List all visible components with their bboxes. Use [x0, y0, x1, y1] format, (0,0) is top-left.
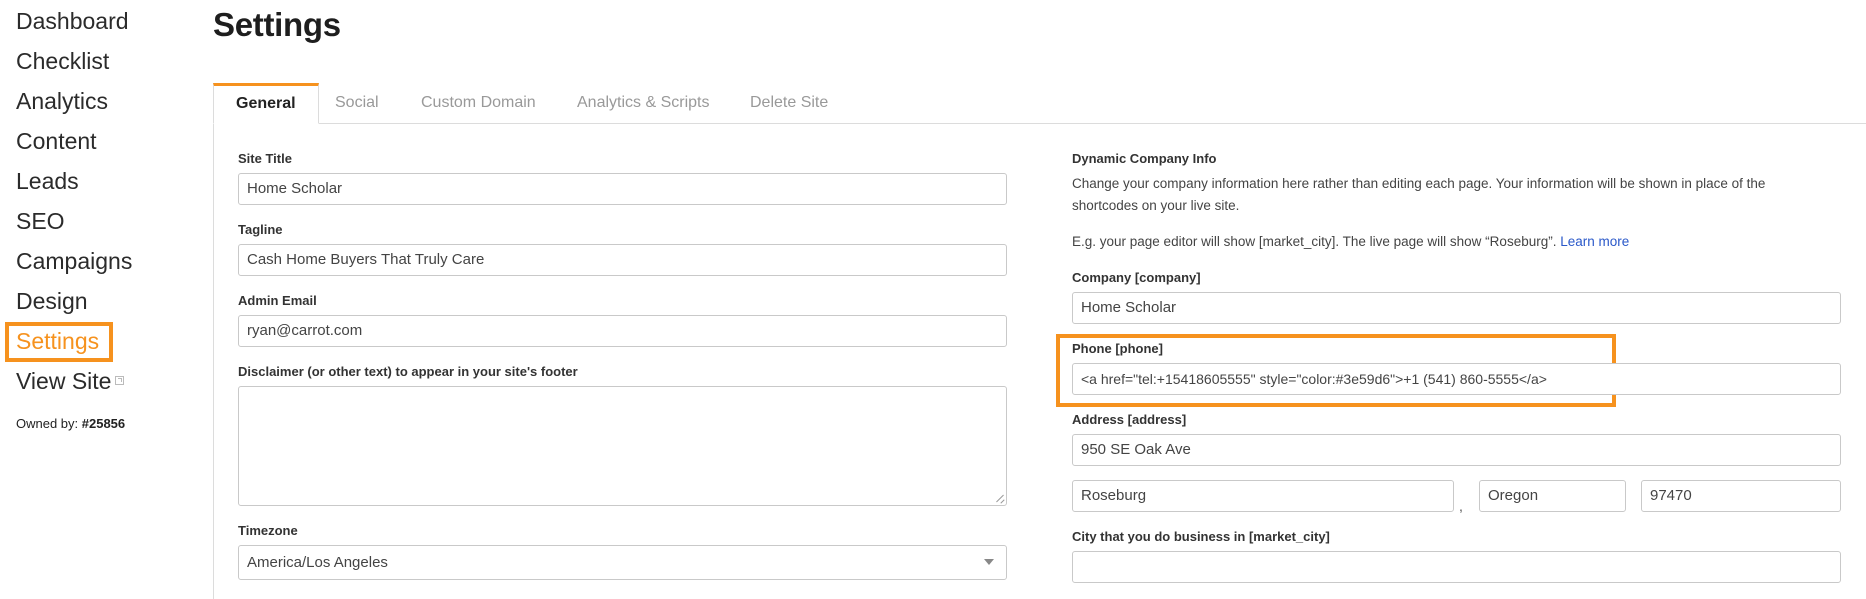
- site-title-input[interactable]: Home Scholar: [238, 173, 1007, 205]
- address-separator: ,: [1459, 498, 1463, 514]
- admin-email-input[interactable]: ryan@carrot.com: [238, 315, 1007, 347]
- panel-border: [213, 123, 214, 599]
- disclaimer-label: Disclaimer (or other text) to appear in …: [238, 364, 578, 379]
- sidebar-item-settings[interactable]: Settings: [16, 326, 99, 356]
- market-city-input[interactable]: [1072, 551, 1841, 583]
- dynamic-info-heading: Dynamic Company Info: [1072, 151, 1217, 166]
- page-title: Settings: [213, 6, 341, 43]
- example-text-body: E.g. your page editor will show [market_…: [1072, 234, 1557, 249]
- tagline-input[interactable]: Cash Home Buyers That Truly Care: [238, 244, 1007, 276]
- sidebar-item-dashboard[interactable]: Dashboard: [16, 6, 129, 36]
- external-link-icon: [115, 376, 125, 386]
- address-label: Address [address]: [1072, 412, 1187, 427]
- sidebar-item-view-site[interactable]: View Site: [16, 366, 125, 396]
- tagline-label: Tagline: [238, 222, 283, 237]
- timezone-label: Timezone: [238, 523, 298, 538]
- tab-general[interactable]: General: [213, 83, 319, 124]
- sidebar-item-seo[interactable]: SEO: [16, 206, 65, 236]
- disclaimer-textarea[interactable]: [238, 386, 1007, 506]
- dynamic-info-description: Change your company information here rat…: [1072, 176, 1766, 213]
- market-city-label: City that you do business in [market_cit…: [1072, 529, 1330, 544]
- sidebar-item-design[interactable]: Design: [16, 286, 88, 316]
- sidebar-item-analytics[interactable]: Analytics: [16, 86, 108, 116]
- sidebar-item-checklist[interactable]: Checklist: [16, 46, 109, 76]
- site-title-label: Site Title: [238, 151, 292, 166]
- company-input[interactable]: Home Scholar: [1072, 292, 1841, 324]
- company-label: Company [company]: [1072, 270, 1201, 285]
- sidebar-item-label: View Site: [16, 368, 112, 394]
- phone-label: Phone [phone]: [1072, 341, 1163, 356]
- sidebar-item-campaigns[interactable]: Campaigns: [16, 246, 132, 276]
- timezone-value: America/Los Angeles: [247, 554, 388, 571]
- sidebar-item-leads[interactable]: Leads: [16, 166, 79, 196]
- phone-input[interactable]: <a href="tel:+15418605555" style="color:…: [1072, 363, 1841, 395]
- chevron-down-icon: [984, 559, 994, 565]
- tab-analytics-scripts[interactable]: Analytics & Scripts: [555, 83, 731, 124]
- owned-label: Owned by:: [16, 416, 82, 431]
- address-street-input[interactable]: 950 SE Oak Ave: [1072, 434, 1841, 466]
- owner-id: #25856: [81, 416, 126, 431]
- sidebar-item-content[interactable]: Content: [16, 126, 97, 156]
- address-state-input[interactable]: Oregon: [1479, 480, 1626, 512]
- address-city-input[interactable]: Roseburg: [1072, 480, 1454, 512]
- tab-custom-domain[interactable]: Custom Domain: [399, 83, 558, 124]
- sidebar: Dashboard Checklist Analytics Content Le…: [0, 0, 200, 599]
- learn-more-link[interactable]: Learn more: [1560, 234, 1629, 249]
- owner-info: Owned by: #25856: [16, 416, 125, 431]
- address-zip-input[interactable]: 97470: [1641, 480, 1841, 512]
- tab-delete-site[interactable]: Delete Site: [728, 83, 850, 124]
- admin-email-label: Admin Email: [238, 293, 317, 308]
- tab-social[interactable]: Social: [313, 83, 401, 124]
- resize-handle[interactable]: [996, 495, 1004, 503]
- example-text: E.g. your page editor will show [market_…: [1072, 231, 1832, 253]
- timezone-select[interactable]: America/Los Angeles: [238, 545, 1007, 580]
